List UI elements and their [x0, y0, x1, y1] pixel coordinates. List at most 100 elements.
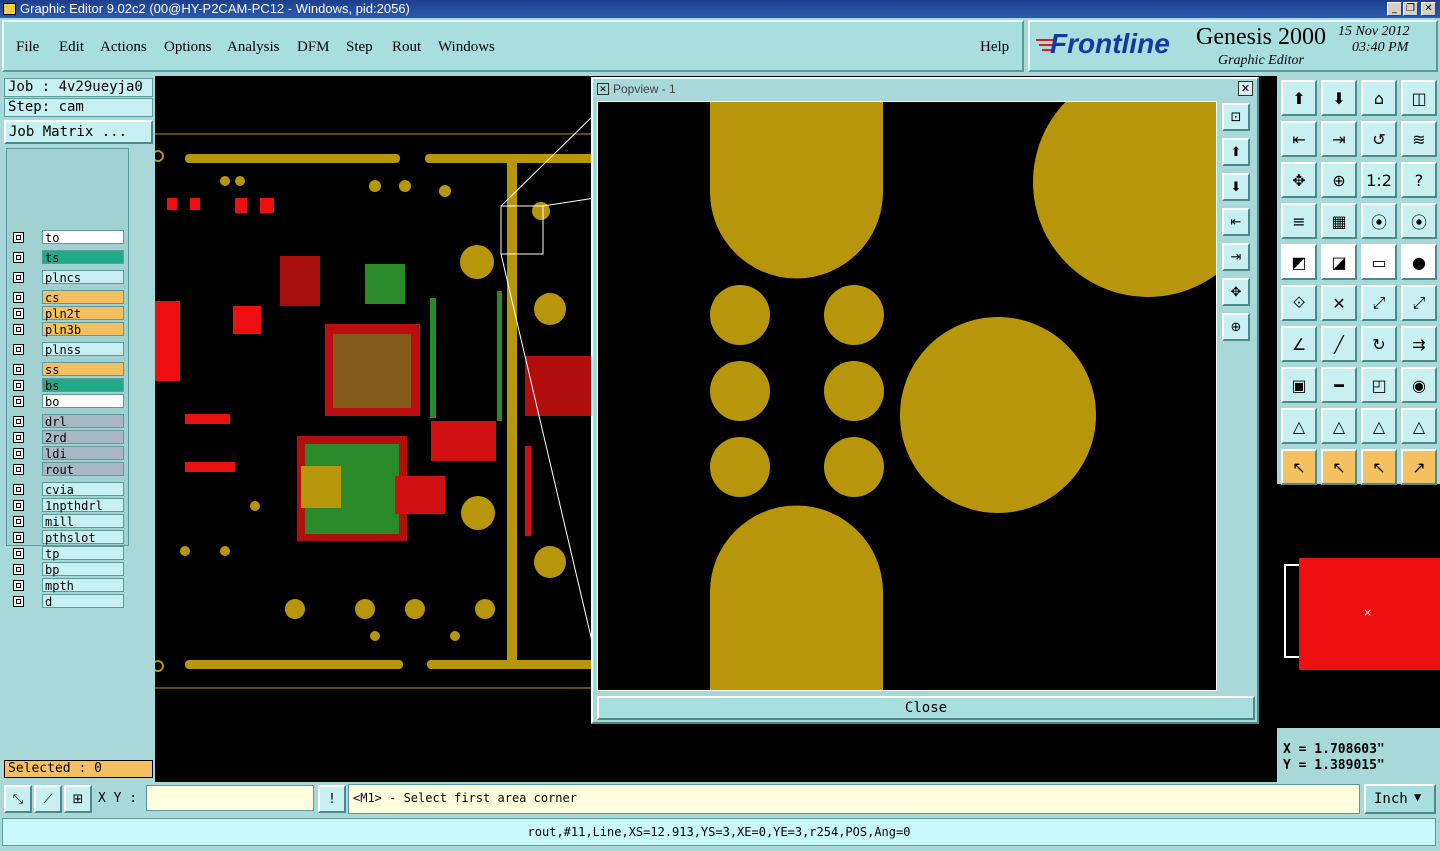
layer-row[interactable]: plnss: [10, 342, 126, 357]
menu-step[interactable]: Step: [346, 39, 373, 56]
job-matrix-button[interactable]: Job Matrix ...: [4, 120, 153, 144]
menu-analysis[interactable]: Analysis: [227, 39, 280, 56]
menu-options[interactable]: Options: [164, 39, 212, 56]
popview-fit-icon[interactable]: ⊡: [1222, 103, 1250, 131]
menu-actions[interactable]: Actions: [100, 39, 147, 56]
layer-row[interactable]: to: [10, 230, 126, 245]
menu-edit[interactable]: Edit: [59, 39, 84, 56]
menu-windows[interactable]: Windows: [438, 39, 495, 56]
tool-circle-icon[interactable]: ●: [1401, 244, 1437, 280]
layer-row[interactable]: 1npthdrl: [10, 498, 126, 513]
layer-checkbox[interactable]: [13, 432, 24, 443]
tool-arc1-icon[interactable]: △: [1281, 408, 1317, 444]
tool-fit-icon[interactable]: ◫: [1401, 80, 1437, 116]
layer-row[interactable]: rout: [10, 462, 126, 477]
layer-row[interactable]: bp: [10, 562, 126, 577]
tool-select-poly-icon[interactable]: ↖: [1361, 449, 1397, 485]
popview-right-icon[interactable]: ⇥: [1222, 243, 1250, 271]
exclamation-icon[interactable]: !: [318, 785, 346, 813]
layer-checkbox[interactable]: [13, 500, 24, 511]
tool-home-icon[interactable]: ⌂: [1361, 80, 1397, 116]
tool-help-icon[interactable]: ?: [1401, 162, 1437, 198]
tool-ruler-icon[interactable]: ▭: [1361, 244, 1397, 280]
tool-feature-icon[interactable]: ▣: [1281, 367, 1317, 403]
layer-row[interactable]: cs: [10, 290, 126, 305]
layer-checkbox[interactable]: [13, 532, 24, 543]
tool-connect-icon[interactable]: ⟐: [1281, 285, 1317, 321]
popview-menu-icon[interactable]: ✕: [597, 83, 609, 95]
tool-grid-icon[interactable]: ▦: [1321, 203, 1357, 239]
layer-checkbox[interactable]: [13, 344, 24, 355]
layer-checkbox[interactable]: [13, 596, 24, 607]
grid-snap-icon[interactable]: ⊞: [64, 785, 92, 813]
layer-checkbox[interactable]: [13, 324, 24, 335]
layer-row[interactable]: bo: [10, 394, 126, 409]
layer-checkbox[interactable]: [13, 308, 24, 319]
layer-row[interactable]: 2rd: [10, 430, 126, 445]
unit-selector[interactable]: Inch ▼: [1364, 784, 1436, 814]
layer-checkbox[interactable]: [13, 416, 24, 427]
layer-row[interactable]: ldi: [10, 446, 126, 461]
layer-row[interactable]: pln2t: [10, 306, 126, 321]
minimize-button[interactable]: _: [1387, 2, 1402, 16]
tool-copy-icon[interactable]: ⤢: [1401, 285, 1437, 321]
layer-checkbox[interactable]: [13, 516, 24, 527]
tool-zoom-out-icon[interactable]: ⬇: [1321, 80, 1357, 116]
layer-checkbox[interactable]: [13, 252, 24, 263]
tool-line-icon[interactable]: ◪: [1321, 244, 1357, 280]
layer-row[interactable]: tp: [10, 546, 126, 561]
tool-layer-icon[interactable]: ≡: [1281, 203, 1317, 239]
layer-checkbox[interactable]: [13, 448, 24, 459]
tool-slope-icon[interactable]: ╱: [1321, 326, 1357, 362]
tool-pad-icon[interactable]: ◩: [1281, 244, 1317, 280]
tool-cut-icon[interactable]: ━: [1321, 367, 1357, 403]
tool-measure-icon[interactable]: ◰: [1361, 367, 1397, 403]
popview-center-icon[interactable]: ⊕: [1222, 313, 1250, 341]
tool-undo-icon[interactable]: ↺: [1361, 121, 1397, 157]
tool-rotate-icon[interactable]: ↻: [1361, 326, 1397, 362]
zoom-area-icon[interactable]: ⤡: [4, 785, 32, 813]
tool-arc4-icon[interactable]: △: [1401, 408, 1437, 444]
tool-redraw-icon[interactable]: ≋: [1401, 121, 1437, 157]
layer-checkbox[interactable]: [13, 232, 24, 243]
tool-select-box-icon[interactable]: ↖: [1321, 449, 1357, 485]
layer-checkbox[interactable]: [13, 580, 24, 591]
layer-row[interactable]: mpth: [10, 578, 126, 593]
tool-zoom-in-icon[interactable]: ⬆: [1281, 80, 1317, 116]
close-window-button[interactable]: ✕: [1421, 2, 1436, 16]
menu-rout[interactable]: Rout: [392, 39, 421, 56]
layer-row[interactable]: drl: [10, 414, 126, 429]
tool-angle-icon[interactable]: ∠: [1281, 326, 1317, 362]
layer-row[interactable]: pln3b: [10, 322, 126, 337]
layer-checkbox[interactable]: [13, 548, 24, 559]
tool-pan-right-icon[interactable]: ⇥: [1321, 121, 1357, 157]
tool-arc2-icon[interactable]: △: [1321, 408, 1357, 444]
layer-row[interactable]: ss: [10, 362, 126, 377]
layer-checkbox[interactable]: [13, 396, 24, 407]
tool-zoom-area-icon[interactable]: ✥: [1281, 162, 1317, 198]
layer-checkbox[interactable]: [13, 564, 24, 575]
layer-checkbox[interactable]: [13, 292, 24, 303]
xy-input[interactable]: [146, 785, 314, 811]
tool-arc3-icon[interactable]: △: [1361, 408, 1397, 444]
tool-snap-icon[interactable]: ⦿: [1361, 203, 1397, 239]
popview-left-icon[interactable]: ⇤: [1222, 208, 1250, 236]
tool-select-icon[interactable]: ↖: [1281, 449, 1317, 485]
layer-row[interactable]: d: [10, 594, 126, 609]
layer-row[interactable]: plncs: [10, 270, 126, 285]
layer-checkbox[interactable]: [13, 484, 24, 495]
layer-row[interactable]: bs: [10, 378, 126, 393]
tool-route-icon[interactable]: ⇉: [1401, 326, 1437, 362]
tool-cross-icon[interactable]: ✕: [1321, 285, 1357, 321]
menu-help[interactable]: Help: [980, 39, 1009, 56]
measure-icon[interactable]: ⟋: [34, 785, 62, 813]
tool-move-icon[interactable]: ⤢: [1361, 285, 1397, 321]
popview-zoom-icon[interactable]: ✥: [1222, 278, 1250, 306]
tool-select-net-icon[interactable]: ↗: [1401, 449, 1437, 485]
layer-row[interactable]: ts: [10, 250, 126, 265]
tool-center-icon[interactable]: ⊕: [1321, 162, 1357, 198]
menu-dfm[interactable]: DFM: [297, 39, 330, 56]
layer-checkbox[interactable]: [13, 272, 24, 283]
layer-row[interactable]: cvia: [10, 482, 126, 497]
layer-checkbox[interactable]: [13, 464, 24, 475]
